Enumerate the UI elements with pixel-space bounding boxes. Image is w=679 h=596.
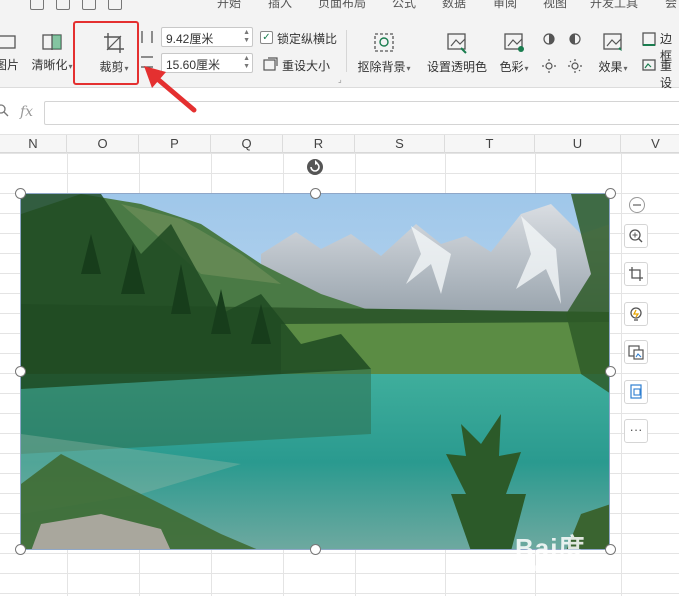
formula-bar: fx — [0, 89, 679, 135]
effects-label: 效果 — [598, 60, 623, 74]
clarify-label: 清晰化 — [31, 58, 68, 72]
remove-background-label: 抠除背景 — [357, 60, 406, 74]
set-transparent-color-button[interactable]: 设置透明色 — [424, 32, 490, 75]
column-header[interactable]: R — [283, 135, 355, 153]
tab-formula[interactable]: 公式 — [392, 0, 416, 11]
crop-highlight-box — [73, 21, 139, 85]
width-value: 9.42厘米 — [166, 32, 214, 46]
annotation-arrow-icon — [144, 66, 197, 113]
column-header[interactable]: S — [355, 135, 445, 153]
image-convert-button[interactable] — [624, 340, 648, 364]
image-copy-button[interactable] — [624, 380, 648, 404]
chevron-down-icon: ▾ — [406, 64, 411, 73]
print-icon[interactable] — [56, 0, 70, 10]
zoom-button[interactable] — [624, 224, 648, 248]
width-icon — [141, 31, 153, 43]
tab-data[interactable]: 数据 — [442, 0, 466, 11]
spreadsheet-window: 开始 插入 页面布局 公式 数据 审阅 视图 开发工具 会 图片 清晰化▾ 裁剪… — [0, 0, 679, 596]
column-header[interactable]: N — [0, 135, 67, 153]
more-icon: ··· — [629, 422, 643, 437]
column-header-row: N O P Q R S T U V — [0, 135, 679, 153]
watermark-logo: Bai度 — [515, 533, 586, 563]
clarify-button[interactable]: 清晰化▾ — [30, 32, 74, 73]
tab-page-layout[interactable]: 页面布局 — [318, 0, 366, 11]
column-header[interactable]: Q — [211, 135, 283, 153]
remove-background-button[interactable]: 抠除背景▾ — [356, 32, 412, 75]
image-copy-icon — [630, 384, 642, 399]
picture-tools-ribbon: 图片 清晰化▾ 裁剪▾ 9.42厘米 ▲ ▼ 15.60厘米 ▲ ▼ ✓ 锁定纵… — [0, 12, 679, 91]
tab-member[interactable]: 会 — [665, 0, 677, 11]
resize-handle-right[interactable] — [605, 366, 616, 377]
contrast-decrease-icon[interactable] — [567, 58, 583, 74]
zoom-icon — [629, 229, 643, 243]
picture-button[interactable]: 图片 — [0, 32, 20, 73]
column-header[interactable]: T — [445, 135, 535, 153]
resize-handle-top[interactable] — [310, 188, 321, 199]
spinner-arrows-icon[interactable]: ▲ ▼ — [243, 55, 250, 71]
picture-label: 图片 — [0, 58, 19, 72]
column-header[interactable]: U — [535, 135, 621, 153]
search-icon[interactable] — [0, 104, 10, 118]
tab-insert[interactable]: 插入 — [268, 0, 292, 11]
resize-handle-top-right[interactable] — [605, 188, 616, 199]
reset-picture-icon — [642, 59, 656, 71]
preview-icon[interactable] — [108, 0, 122, 10]
side-crop-button[interactable] — [624, 262, 648, 286]
remove-background-icon — [374, 33, 394, 52]
save-icon[interactable] — [30, 0, 44, 10]
chevron-down-icon: ▾ — [623, 64, 628, 73]
fx-label[interactable]: fx — [20, 104, 33, 120]
column-header[interactable]: V — [621, 135, 679, 153]
image-convert-icon — [628, 345, 644, 360]
tab-developer[interactable]: 开发工具 — [590, 0, 638, 11]
color-icon — [504, 33, 524, 52]
print-preview-icon[interactable] — [82, 0, 96, 10]
tab-review[interactable]: 审阅 — [493, 0, 517, 11]
lock-ratio-checkbox[interactable]: ✓ — [260, 31, 273, 44]
effects-button[interactable]: 效果▾ — [594, 32, 632, 75]
chevron-down-icon: ▾ — [524, 64, 529, 73]
crop-icon — [629, 267, 643, 281]
resize-handle-top-left[interactable] — [15, 188, 26, 199]
picture-icon — [0, 35, 16, 49]
resize-handle-bottom-left[interactable] — [15, 544, 26, 555]
color-button[interactable]: 色彩▾ — [495, 32, 533, 75]
dialog-launcher-icon[interactable]: ⌟ — [338, 75, 342, 84]
column-header[interactable]: O — [67, 135, 139, 153]
lock-ratio-label: 锁定纵横比 — [277, 32, 338, 46]
border-icon — [642, 32, 656, 46]
rotate-handle-icon[interactable] — [305, 157, 325, 177]
chevron-down-icon: ▾ — [68, 62, 73, 71]
reset-picture-button[interactable]: 重设 — [660, 57, 679, 91]
menu-bar: 开始 插入 页面布局 公式 数据 审阅 视图 开发工具 会 — [0, 0, 679, 12]
spinner-arrows-icon[interactable]: ▲ ▼ — [243, 29, 250, 45]
watermark-url: jingyan.baidu.com — [530, 563, 611, 574]
collapse-icon[interactable] — [628, 196, 646, 214]
bulb-icon — [630, 307, 642, 321]
resize-handle-bottom-right[interactable] — [605, 544, 616, 555]
tab-view[interactable]: 视图 — [543, 0, 567, 11]
landscape-picture — [21, 194, 609, 549]
reset-size-icon — [263, 57, 278, 71]
tab-home[interactable]: 开始 — [217, 0, 241, 11]
inserted-picture[interactable] — [20, 193, 610, 550]
smart-button[interactable] — [624, 302, 648, 326]
color-label: 色彩 — [499, 60, 524, 74]
reset-size-button[interactable]: 重设大小 — [282, 57, 330, 74]
more-button[interactable]: ··· — [624, 419, 648, 443]
separator — [346, 30, 347, 72]
resize-handle-bottom[interactable] — [310, 544, 321, 555]
brightness-increase-icon[interactable] — [541, 31, 557, 47]
resize-handle-left[interactable] — [15, 366, 26, 377]
transparent-color-label: 设置透明色 — [426, 60, 487, 74]
clarify-icon — [42, 34, 62, 50]
effects-icon — [603, 33, 622, 51]
contrast-increase-icon[interactable] — [567, 31, 583, 47]
transparent-color-icon — [447, 33, 467, 54]
column-header[interactable]: P — [139, 135, 211, 153]
width-input[interactable]: 9.42厘米 ▲ ▼ — [161, 27, 253, 47]
brightness-decrease-icon[interactable] — [541, 58, 557, 74]
